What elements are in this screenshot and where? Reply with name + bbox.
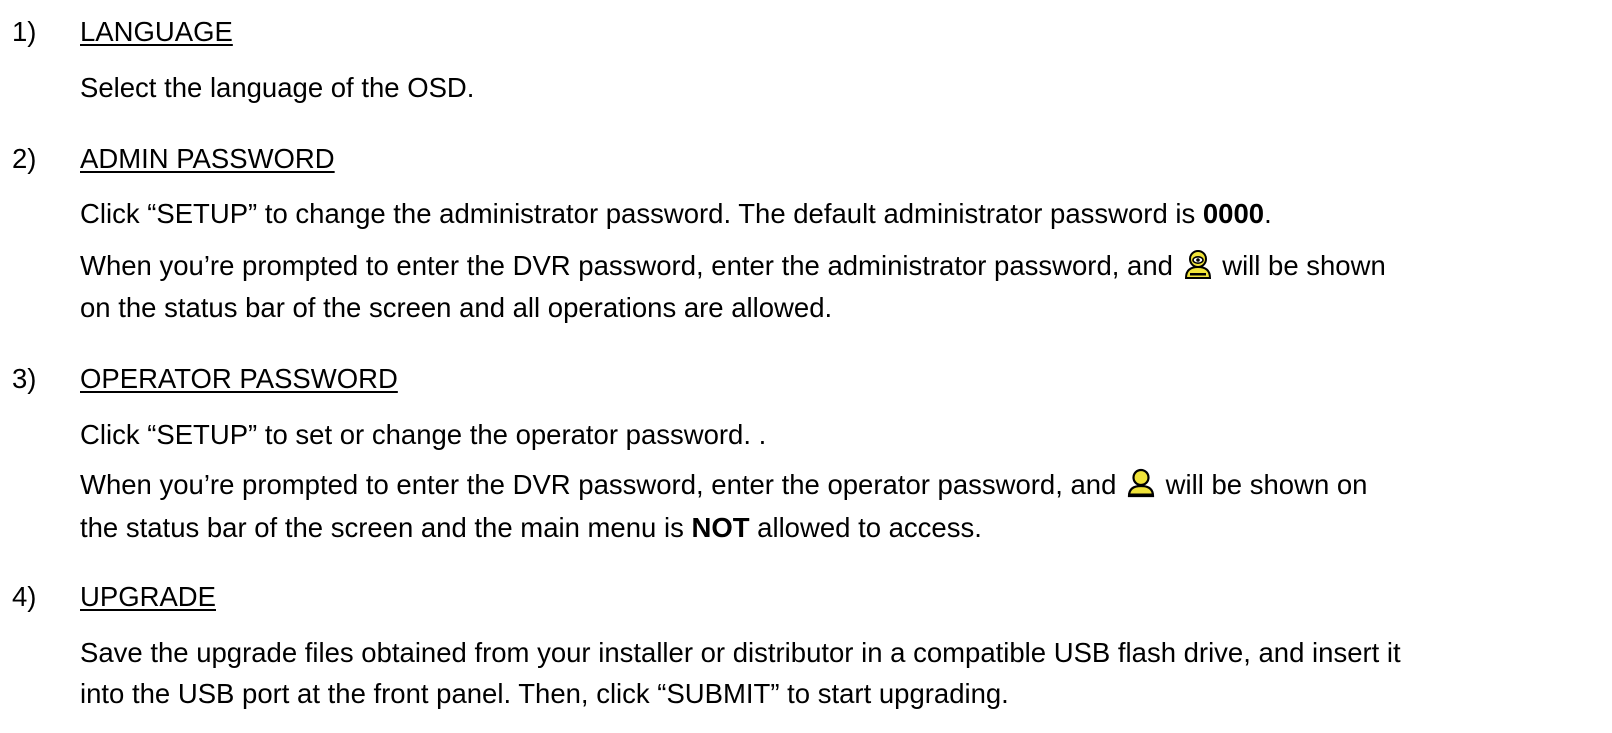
emphasis-not: NOT [691,512,750,543]
text-segment: allowed to access. [749,512,982,543]
text-segment: Click “SETUP” to change the administrato… [80,198,1203,229]
section-number: 2) [12,143,37,174]
text-segment: When you’re prompted to enter the DVR pa… [80,250,1181,281]
section-3-paragraph-3: the status bar of the screen and the mai… [80,511,1605,544]
section-3-header: 3) OPERATOR PASSWORD [12,362,398,395]
section-3-paragraph-1: Click “SETUP” to set or change the opera… [80,419,767,450]
default-password-value: 0000 [1202,198,1265,229]
section-3-paragraph-2: When you’re prompted to enter the DVR pa… [80,468,1605,505]
section-number: 4) [12,581,37,612]
section-heading: OPERATOR PASSWORD [80,363,398,394]
operator-user-icon [1126,468,1156,505]
section-1-header: 1) LANGUAGE [12,15,233,48]
text-segment: . [1264,198,1272,229]
section-2-header: 2) ADMIN PASSWORD [12,142,335,175]
section-heading: LANGUAGE [80,16,233,47]
text-segment: will be shown on [1158,469,1368,500]
text-segment: the status bar of the screen and the mai… [80,512,692,543]
section-heading: UPGRADE [80,581,216,612]
section-4-paragraph-1: Save the upgrade files obtained from you… [80,637,1401,668]
admin-user-icon [1183,249,1213,286]
section-heading: ADMIN PASSWORD [80,143,335,174]
section-4-paragraph-2: into the USB port at the front panel. Th… [80,678,1009,709]
section-2-paragraph-2: When you’re prompted to enter the DVR pa… [80,249,1605,286]
section-2-paragraph-1: Click “SETUP” to change the administrato… [80,197,1605,230]
section-1-paragraph: Select the language of the OSD. [80,72,475,103]
section-number: 3) [12,363,37,394]
section-4-header: 4) UPGRADE [12,580,216,613]
section-number: 1) [12,16,37,47]
text-segment: When you’re prompted to enter the DVR pa… [80,469,1125,500]
section-2-paragraph-3: on the status bar of the screen and all … [80,292,833,323]
text-segment: will be shown [1214,250,1386,281]
